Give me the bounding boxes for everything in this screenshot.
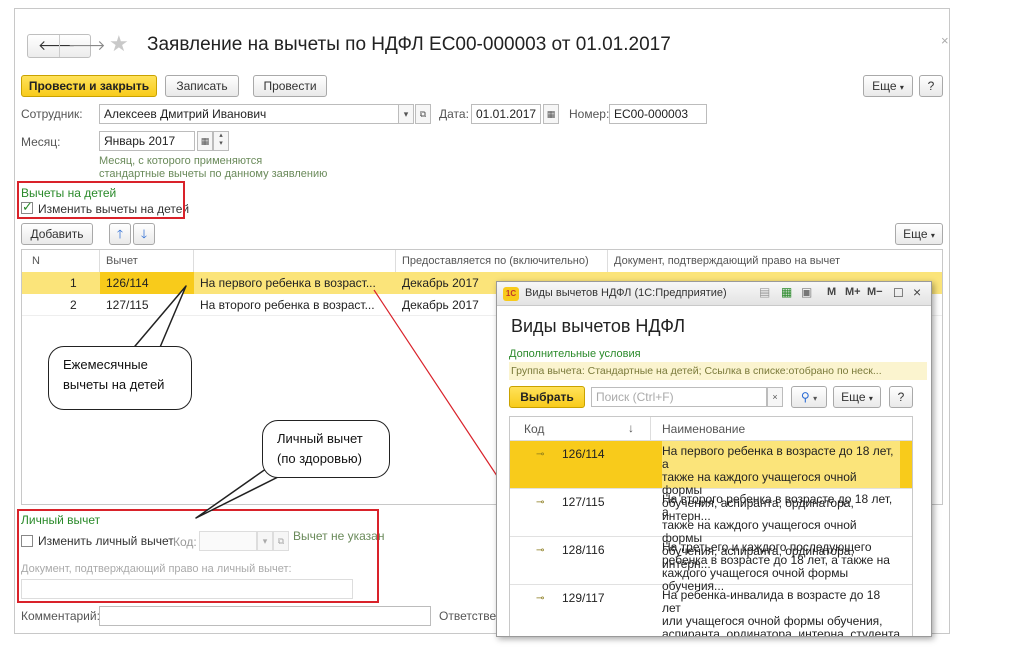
item-name: На первого ребенка в возрасте до 18 лет,…: [662, 441, 900, 523]
item-code: 128/116: [562, 543, 605, 557]
item-code: 126/114: [562, 447, 605, 461]
memory-minus-button[interactable]: M−: [867, 286, 883, 298]
item-name-line-1: На первого ребенка в возрасте до 18 лет,…: [662, 444, 894, 471]
maximize-icon[interactable]: ☐: [893, 286, 904, 300]
item-name: На ребенка-инвалида в возрасте до 18 лет…: [662, 589, 900, 637]
app-logo-icon: 1С: [503, 287, 519, 301]
list-item[interactable]: ⊸ 128/116 На третьего и каждого последую…: [510, 537, 912, 593]
list-item[interactable]: ⊸ 126/114 На первого ребенка в возрасте …: [510, 441, 912, 523]
callout-personal-line-2: (по здоровью): [277, 451, 362, 466]
spreadsheet-icon[interactable]: ▦: [781, 285, 792, 299]
select-button[interactable]: Выбрать: [509, 386, 585, 408]
print-icon[interactable]: ▤: [759, 285, 770, 299]
deduction-list: Код ↓ Наименование ⊸ 126/114 На первого …: [509, 416, 913, 637]
key-icon: ⊸: [536, 449, 545, 460]
memory-plus-button[interactable]: M+: [845, 286, 861, 298]
item-name-line-1: На второго ребенка в возрасте до 18 лет,…: [662, 492, 893, 519]
popup-window-title: Виды вычетов НДФЛ (1С:Предприятие): [525, 287, 727, 299]
popup-heading: Виды вычетов НДФЛ: [511, 316, 686, 336]
search-input[interactable]: Поиск (Ctrl+F): [591, 387, 767, 407]
list-item[interactable]: ⊸ 129/117 На ребенка-инвалида в возрасте…: [510, 585, 912, 637]
popup-more-label: Еще: [841, 390, 866, 404]
item-code: 127/115: [562, 495, 605, 509]
item-name-line-3: аспиранта, ординатора, интерна, студента…: [662, 627, 900, 637]
connector-line: [373, 289, 506, 489]
list-item[interactable]: ⊸ 127/115 На второго ребенка в возрасте …: [510, 489, 912, 571]
callout-monthly-line-2: вычеты на детей: [63, 377, 165, 392]
col-name[interactable]: Наименование: [662, 422, 745, 436]
chevron-down-icon: ▾: [813, 394, 818, 403]
popup-help-button[interactable]: ?: [889, 386, 913, 408]
memory-m-button[interactable]: M: [827, 286, 836, 298]
col-code[interactable]: Код: [524, 422, 544, 436]
deduction-types-window: 1С Виды вычетов НДФЛ (1С:Предприятие) ▤ …: [496, 281, 932, 637]
chevron-down-icon: ▾: [868, 394, 873, 403]
sort-arrow-icon[interactable]: ↓: [628, 421, 634, 435]
filter-bar[interactable]: Группа вычета: Стандартные на детей; Ссы…: [509, 362, 927, 380]
callout-monthly: Ежемесячные вычеты на детей: [48, 346, 192, 410]
list-header: Код ↓ Наименование: [510, 417, 912, 441]
callout-tail: [129, 285, 187, 353]
close-icon[interactable]: ×: [913, 284, 921, 300]
item-name-line-1: На ребенка-инвалида в возрасте до 18 лет: [662, 588, 881, 615]
popup-titlebar: 1С Виды вычетов НДФЛ (1С:Предприятие) ▤ …: [497, 282, 931, 306]
callout-personal: Личный вычет (по здоровью): [262, 420, 390, 478]
item-code: 129/117: [562, 591, 605, 605]
key-icon: ⊸: [536, 497, 545, 508]
key-icon: ⊸: [536, 545, 545, 556]
additional-conditions-label: Дополнительные условия: [509, 348, 641, 360]
clear-search-icon[interactable]: ×: [767, 387, 783, 407]
calendar-icon[interactable]: ▣: [801, 285, 812, 299]
popup-more-button[interactable]: Еще ▾: [833, 386, 881, 408]
key-icon: ⊸: [536, 593, 545, 604]
callout-monthly-line-1: Ежемесячные: [63, 357, 148, 372]
callout-personal-line-1: Личный вычет: [277, 431, 363, 446]
search-button[interactable]: ⚲ ▾: [791, 386, 827, 408]
search-icon: ⚲: [800, 390, 810, 404]
col-divider: [650, 417, 651, 441]
